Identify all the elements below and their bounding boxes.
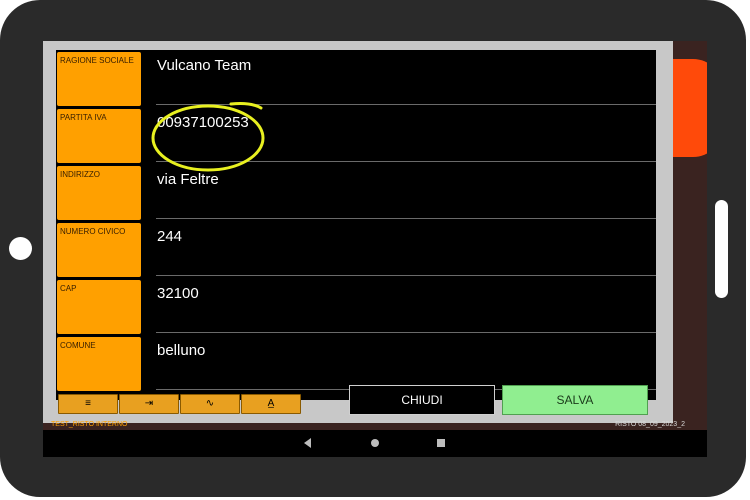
android-navigation-bar [43, 430, 707, 457]
field-label: RAGIONE SOCIALE [60, 56, 134, 65]
field-label-button[interactable]: COMUNE [57, 337, 141, 391]
salva-button[interactable]: SALVA [502, 385, 648, 415]
home-icon[interactable] [371, 439, 379, 447]
form-row-partita-iva: PARTITA IVA 00937100253 [56, 107, 656, 164]
indent-icon[interactable]: ⇥ [119, 394, 179, 414]
field-label-button[interactable]: CAP [57, 280, 141, 334]
form-row-indirizzo: INDIRIZZO via Feltre [56, 164, 656, 221]
app-screen: RAGIONE SOCIALE Vulcano Team PARTITA IVA… [43, 41, 707, 457]
align-center-icon[interactable]: ≡ [58, 394, 118, 414]
footer-right-text: RISTO 08_09_2023_2 [615, 421, 685, 428]
form-row-cap: CAP 32100 [56, 278, 656, 335]
comune-field[interactable]: belluno [157, 342, 205, 359]
form-row-ragione-sociale: RAGIONE SOCIALE Vulcano Team [56, 50, 656, 107]
field-label-button[interactable]: INDIRIZZO [57, 166, 141, 220]
field-underline [156, 275, 656, 276]
footer-left-text: TEST_RISTO INTERNO [51, 421, 128, 428]
camera-icon [9, 237, 32, 260]
ragione-sociale-field[interactable]: Vulcano Team [157, 57, 251, 74]
field-label-button[interactable]: NUMERO CIVICO [57, 223, 141, 277]
cap-field[interactable]: 32100 [157, 285, 199, 302]
field-underline [156, 218, 656, 219]
field-label: PARTITA IVA [60, 113, 107, 122]
back-icon[interactable] [304, 438, 311, 448]
field-label-button[interactable]: RAGIONE SOCIALE [57, 52, 141, 106]
form-area: RAGIONE SOCIALE Vulcano Team PARTITA IVA… [56, 50, 656, 400]
side-button [715, 200, 728, 298]
text-style-icon[interactable]: A̲ [241, 394, 301, 414]
field-label-button[interactable]: PARTITA IVA [57, 109, 141, 163]
field-label: NUMERO CIVICO [60, 227, 126, 236]
field-label: CAP [60, 284, 77, 293]
field-label: INDIRIZZO [60, 170, 100, 179]
form-row-comune: COMUNE belluno [56, 335, 656, 392]
highlight-circle [151, 102, 265, 172]
tablet-frame: RAGIONE SOCIALE Vulcano Team PARTITA IVA… [0, 0, 746, 497]
customer-dialog: RAGIONE SOCIALE Vulcano Team PARTITA IVA… [43, 41, 673, 423]
field-label: COMUNE [60, 341, 96, 350]
chiudi-button[interactable]: CHIUDI [349, 385, 495, 415]
numero-civico-field[interactable]: 244 [157, 228, 182, 245]
form-row-numero-civico: NUMERO CIVICO 244 [56, 221, 656, 278]
field-underline [156, 332, 656, 333]
recent-apps-icon[interactable] [437, 439, 445, 447]
wave-icon[interactable]: ∿ [180, 394, 240, 414]
